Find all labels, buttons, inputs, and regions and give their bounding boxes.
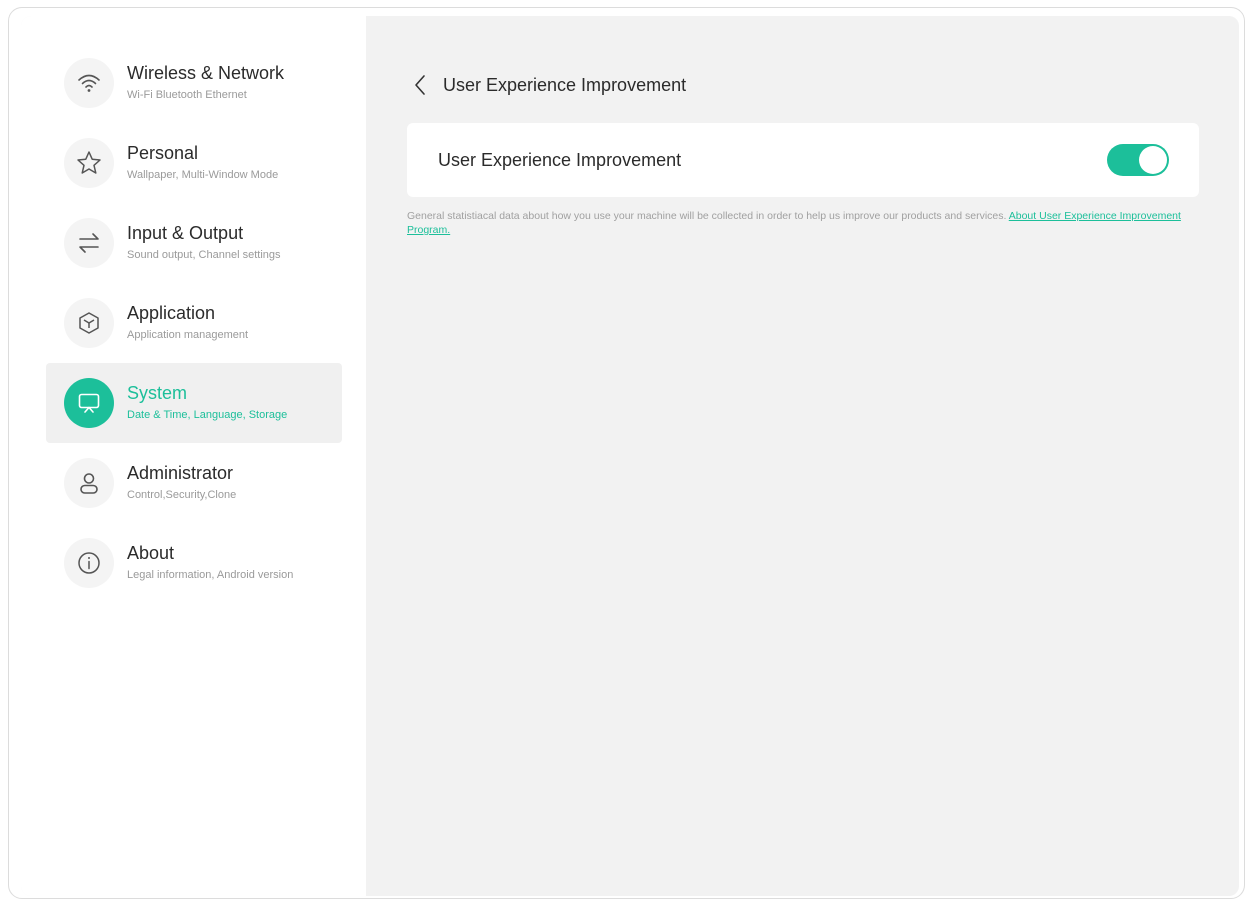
sidebar-item-about[interactable]: About Legal information, Android version — [46, 523, 342, 603]
device-frame: Wireless & Network Wi-Fi Bluetooth Ether… — [8, 7, 1245, 899]
sidebar-item-subtitle: Legal information, Android version — [127, 569, 294, 581]
star-icon — [64, 138, 114, 188]
setting-label: User Experience Improvement — [438, 150, 682, 170]
sidebar-item-title: Personal — [127, 143, 199, 163]
presentation-screen-icon — [64, 378, 114, 428]
sidebar-item-title: Wireless & Network — [127, 63, 285, 83]
settings-screen: Wireless & Network Wi-Fi Bluetooth Ether… — [21, 16, 1239, 896]
sidebar-item-title: Administrator — [127, 463, 234, 483]
sidebar-item-subtitle: Application management — [127, 329, 249, 341]
arrows-swap-icon — [64, 218, 114, 268]
sidebar-item-system[interactable]: System Date & Time, Language, Storage — [46, 363, 342, 443]
sidebar-item-subtitle: Date & Time, Language, Storage — [127, 409, 288, 421]
sidebar-item-wireless-network[interactable]: Wireless & Network Wi-Fi Bluetooth Ether… — [46, 43, 342, 123]
setting-card: User Experience Improvement — [407, 123, 1199, 197]
sidebar-item-title: About — [127, 543, 175, 563]
sidebar-item-title: System — [127, 383, 188, 403]
sidebar-item-subtitle: Wi-Fi Bluetooth Ethernet — [127, 89, 247, 101]
sidebar-item-subtitle: Wallpaper, Multi-Window Mode — [127, 169, 279, 181]
toggle-knob — [1139, 146, 1167, 174]
sidebar-item-administrator[interactable]: Administrator Control,Security,Clone — [46, 443, 342, 523]
sidebar-item-subtitle: Control,Security,Clone — [127, 489, 237, 501]
description-text: General statistiacal data about how you … — [407, 210, 1007, 222]
sidebar-item-subtitle: Sound output, Channel settings — [127, 249, 281, 261]
sidebar-item-personal[interactable]: Personal Wallpaper, Multi-Window Mode — [46, 123, 342, 203]
back-button[interactable] — [413, 70, 435, 100]
sidebar-item-title: Input & Output — [127, 223, 244, 243]
sidebar-item-input-output[interactable]: Input & Output Sound output, Channel set… — [46, 203, 342, 283]
sidebar-item-application[interactable]: Application Application management — [46, 283, 342, 363]
wifi-icon — [64, 58, 114, 108]
user-icon — [64, 458, 114, 508]
setting-description: General statistiacal data about how you … — [407, 209, 1197, 237]
cube-icon — [64, 298, 114, 348]
page-header: User Experience Improvement — [413, 70, 686, 100]
page-title: User Experience Improvement — [443, 74, 687, 95]
sidebar: Wireless & Network Wi-Fi Bluetooth Ether… — [21, 16, 366, 896]
info-icon — [64, 538, 114, 588]
chevron-left-icon — [413, 74, 427, 96]
user-experience-toggle[interactable] — [1107, 144, 1169, 176]
sidebar-item-title: Application — [127, 303, 216, 323]
